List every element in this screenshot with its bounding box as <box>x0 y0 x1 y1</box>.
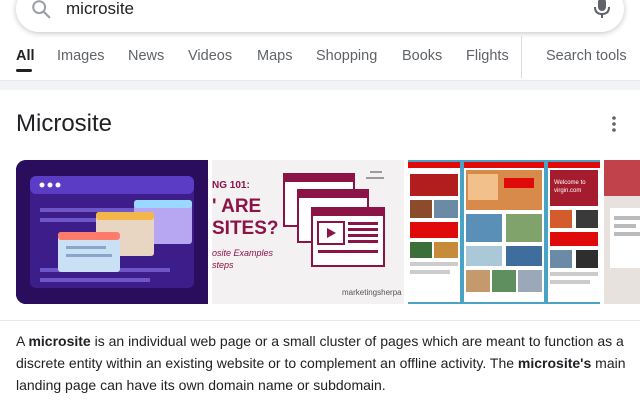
knowledge-panel-description: A microsite is an individual web page or… <box>16 330 628 396</box>
svg-text:Welcome to: Welcome to <box>554 180 586 186</box>
microsite-illustration-image <box>16 160 208 304</box>
tab-divider <box>521 36 522 78</box>
search-tabs: All Images News Videos Maps Shopping Boo… <box>0 36 640 80</box>
image-thumbnail-partial[interactable] <box>604 160 640 304</box>
header: All Images News Videos Maps Shopping Boo… <box>0 0 640 82</box>
tab-maps[interactable]: Maps <box>257 48 292 64</box>
search-tools-button[interactable]: Search tools <box>546 48 627 64</box>
thumbnail-heading-line-1: NG 101: <box>212 180 250 191</box>
thumbnail-heading-line-3: SITES? <box>212 218 279 239</box>
image-gallery: NG 101: ' ARE SITES? osite Examples step… <box>0 160 640 304</box>
more-vertical-icon[interactable] <box>606 114 622 134</box>
thumbnail-caption-line-2: steps <box>212 260 234 270</box>
tab-flights[interactable]: Flights <box>466 48 509 64</box>
image-thumbnail-virgin-screens[interactable]: Welcome to virgin.com <box>408 160 600 304</box>
description-bold-term: microsite <box>28 333 91 349</box>
search-icon[interactable] <box>30 0 52 20</box>
tab-books[interactable]: Books <box>402 48 442 64</box>
tab-news[interactable]: News <box>128 48 164 64</box>
image-thumbnail-marketingsherpa[interactable]: NG 101: ' ARE SITES? osite Examples step… <box>212 160 404 304</box>
section-separator <box>0 81 640 90</box>
thumbnail-caption-line-1: osite Examples <box>212 248 274 258</box>
tab-all[interactable]: All <box>16 48 35 64</box>
marketingsherpa-logo-text: marketingsherpa <box>342 288 402 297</box>
partial-thumbnail-image <box>604 160 640 304</box>
search-box[interactable] <box>16 0 624 32</box>
thumbnail-heading-line-2: ' ARE <box>212 196 262 217</box>
description-divider <box>0 320 640 321</box>
virgin-screens-image: Welcome to virgin.com <box>408 160 600 304</box>
tab-images[interactable]: Images <box>57 48 105 64</box>
mic-icon[interactable] <box>592 0 612 20</box>
knowledge-panel-title: Microsite <box>16 110 113 137</box>
description-text: A <box>16 333 29 349</box>
svg-text:virgin.com: virgin.com <box>554 188 581 194</box>
search-input[interactable] <box>66 0 586 22</box>
knowledge-panel: Microsite NG 101: ' ARE SITES? osite Exa… <box>0 90 640 400</box>
image-thumbnail-microsite-illustration[interactable] <box>16 160 208 304</box>
active-tab-indicator <box>16 69 32 72</box>
tab-videos[interactable]: Videos <box>188 48 232 64</box>
tab-shopping[interactable]: Shopping <box>316 48 377 64</box>
description-bold-term: microsite's <box>517 355 592 371</box>
stacked-windows-illustration <box>283 171 385 267</box>
